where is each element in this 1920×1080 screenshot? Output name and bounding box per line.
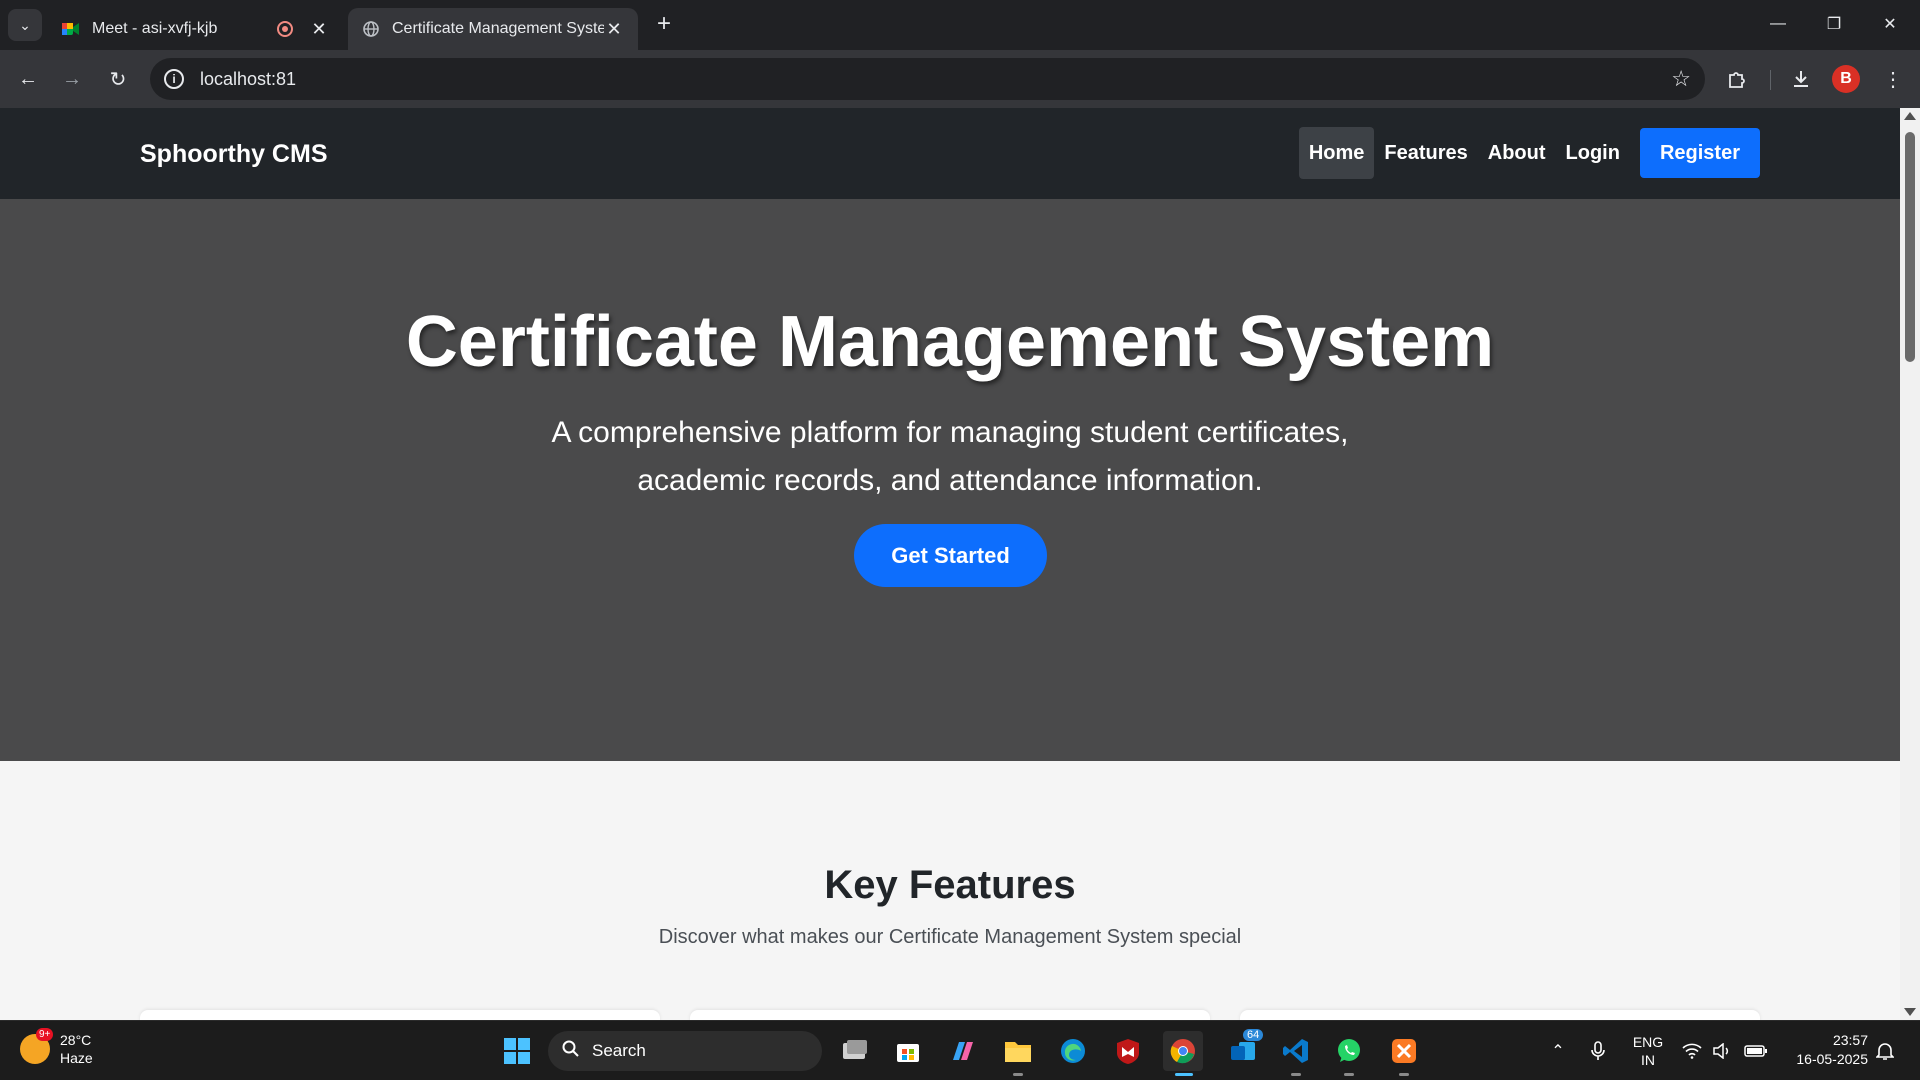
url-text[interactable]: localhost:81 <box>200 69 1671 90</box>
hero-subtitle: A comprehensive platform for managing st… <box>551 416 1349 497</box>
weather-haze-icon: 9+ <box>20 1028 54 1064</box>
extensions-puzzle-icon[interactable] <box>1720 62 1754 96</box>
browser-tab-strip: ⌄ Meet - asi-xvfj-kjb ✕ Certificate Mana… <box>0 0 1920 50</box>
running-indicator <box>1344 1073 1354 1076</box>
hero-title: Certificate Management System <box>405 302 1495 382</box>
microsoft-store-icon[interactable] <box>888 1031 928 1071</box>
nav-home[interactable]: Home <box>1298 127 1375 179</box>
nav-login[interactable]: Login <box>1556 127 1630 179</box>
reload-icon[interactable]: ↻ <box>100 62 136 96</box>
edge-browser-icon[interactable] <box>1053 1031 1093 1071</box>
weather-condition: Haze <box>60 1050 93 1066</box>
features-heading: Key Features <box>824 863 1076 907</box>
taskbar-search-box[interactable]: Search <box>548 1031 822 1071</box>
site-navbar: Sphoorthy CMS Home Features About Login … <box>0 108 1900 199</box>
close-tab-icon[interactable]: ✕ <box>309 19 329 40</box>
feature-card <box>690 1010 1210 1020</box>
chrome-icon[interactable] <box>1163 1031 1203 1071</box>
tab-search-chevron-icon[interactable]: ⌄ <box>8 9 42 41</box>
windows-taskbar: 9+ 28°C Haze Search 64 ⌃ ENG IN 23:57 16… <box>0 1020 1920 1080</box>
taskbar-clock[interactable]: 23:57 16-05-2025 <box>1782 1031 1868 1069</box>
bookmark-star-icon[interactable]: ☆ <box>1671 66 1691 92</box>
page-viewport: Sphoorthy CMS Home Features About Login … <box>0 108 1900 1020</box>
site-info-icon[interactable]: i <box>164 69 184 89</box>
language-code: ENG <box>1632 1034 1664 1050</box>
clock-time: 23:57 <box>1832 1032 1868 1048</box>
address-bar[interactable]: i localhost:81 ☆ <box>150 58 1705 100</box>
mcafee-icon[interactable] <box>1108 1031 1148 1071</box>
xampp-icon[interactable] <box>1384 1031 1424 1071</box>
search-icon <box>562 1040 580 1063</box>
globe-icon <box>362 20 380 38</box>
site-nav-links: Home Features About Login Register <box>1298 127 1760 179</box>
feature-card <box>1240 1010 1760 1020</box>
microphone-icon[interactable] <box>1585 1021 1611 1080</box>
taskbar-search-label: Search <box>592 1041 646 1060</box>
notification-bell-icon[interactable] <box>1872 1021 1898 1080</box>
toolbar-separator <box>1770 70 1771 90</box>
copilot-icon[interactable] <box>943 1031 983 1071</box>
nav-features[interactable]: Features <box>1374 127 1477 179</box>
browser-toolbar: ← → ↻ i localhost:81 ☆ B ⋮ <box>0 50 1920 108</box>
outlook-badge: 64 <box>1243 1029 1264 1041</box>
tab-meet[interactable]: Meet - asi-xvfj-kjb ✕ <box>48 8 343 50</box>
outlook-icon[interactable]: 64 <box>1223 1029 1264 1071</box>
get-started-button[interactable]: Get Started <box>854 524 1047 587</box>
battery-icon[interactable] <box>1742 1021 1770 1080</box>
active-app-indicator <box>1175 1073 1193 1076</box>
new-tab-plus-icon[interactable]: + <box>650 10 678 38</box>
weather-temp: 28°C <box>60 1032 92 1048</box>
language-indicator[interactable]: ENG IN <box>1628 1021 1668 1080</box>
tab-title: Meet - asi-xvfj-kjb <box>92 20 218 37</box>
task-view-icon[interactable] <box>835 1031 875 1071</box>
wifi-icon[interactable] <box>1680 1021 1704 1080</box>
whatsapp-icon[interactable] <box>1329 1031 1369 1071</box>
running-indicator <box>1291 1073 1301 1076</box>
region-code: IN <box>1641 1052 1655 1068</box>
vscode-icon[interactable] <box>1276 1031 1316 1071</box>
hero-section: Certificate Management System A comprehe… <box>0 199 1900 761</box>
screen: ⌄ Meet - asi-xvfj-kjb ✕ Certificate Mana… <box>0 0 1920 1080</box>
profile-avatar[interactable]: B <box>1832 65 1860 93</box>
google-meet-icon <box>62 20 80 38</box>
feature-card <box>140 1010 660 1020</box>
close-tab-icon[interactable]: ✕ <box>604 19 624 40</box>
register-button[interactable]: Register <box>1639 128 1760 178</box>
running-indicator <box>1013 1073 1023 1076</box>
weather-badge: 9+ <box>36 1028 54 1041</box>
minimize-icon[interactable]: — <box>1750 0 1806 48</box>
back-arrow-icon[interactable]: ← <box>10 62 46 96</box>
menu-kebab-icon[interactable]: ⋮ <box>1876 62 1910 96</box>
weather-widget[interactable]: 9+ 28°C Haze <box>20 1028 93 1067</box>
close-window-icon[interactable]: ✕ <box>1862 0 1918 48</box>
download-icon[interactable] <box>1784 62 1818 96</box>
windows-start-icon[interactable] <box>497 1031 537 1071</box>
clock-date: 16-05-2025 <box>1796 1051 1868 1067</box>
nav-about[interactable]: About <box>1478 127 1556 179</box>
scroll-down-arrow-icon[interactable] <box>1904 1008 1916 1016</box>
page-scrollbar[interactable] <box>1900 108 1920 1020</box>
scroll-up-arrow-icon[interactable] <box>1904 112 1916 120</box>
site-brand[interactable]: Sphoorthy CMS <box>140 140 328 169</box>
scrollbar-thumb[interactable] <box>1905 132 1915 362</box>
show-hidden-icons-chevron-icon[interactable]: ⌃ <box>1545 1021 1571 1080</box>
recording-icon <box>277 21 293 37</box>
features-subheading: Discover what makes our Certificate Mana… <box>658 926 1242 948</box>
tab-certificate-management[interactable]: Certificate Management System ✕ <box>348 8 638 50</box>
tab-title: Certificate Management System <box>392 20 604 37</box>
file-explorer-icon[interactable] <box>998 1031 1038 1071</box>
running-indicator <box>1399 1073 1409 1076</box>
restore-icon[interactable]: ❐ <box>1806 0 1862 48</box>
volume-icon[interactable] <box>1710 1021 1734 1080</box>
forward-arrow-icon[interactable]: → <box>54 62 90 96</box>
